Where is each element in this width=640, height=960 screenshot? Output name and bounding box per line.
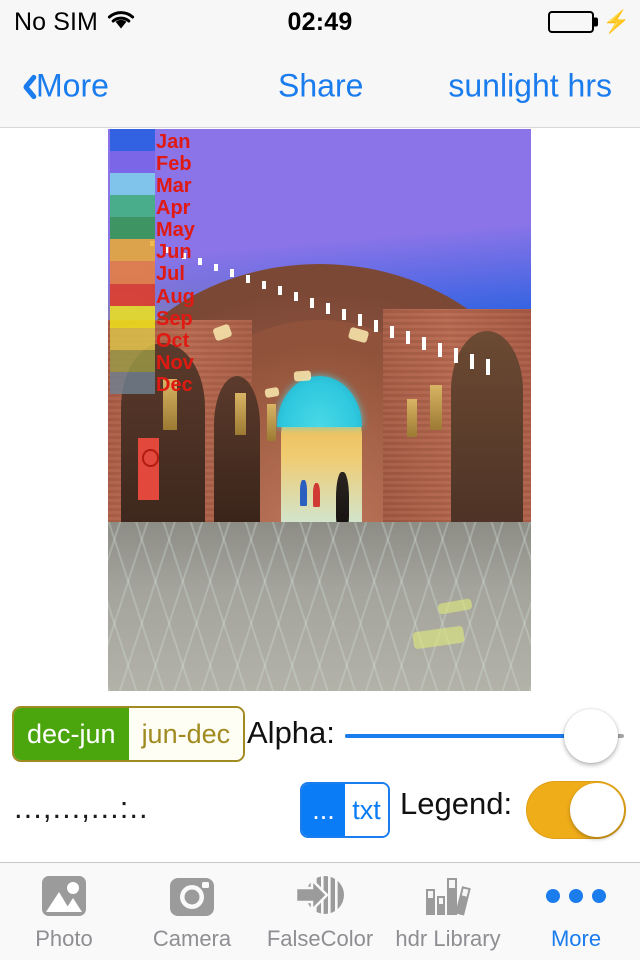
month-label: May [156, 219, 195, 242]
dark-vase [336, 471, 350, 528]
sunlight-hrs-button[interactable]: sunlight hrs [448, 67, 612, 104]
month-label: Nov [156, 351, 194, 374]
image-stage: Jan Feb Mar Apr May Jun Jul Aug Sep Oct Nov Dec [0, 129, 640, 694]
month-swatch [110, 129, 155, 152]
month-label: Apr [156, 197, 191, 220]
tab-camera[interactable]: Camera [128, 863, 256, 960]
output-format-segmented-control[interactable]: ... txt [300, 782, 390, 838]
month-label: Jun [156, 241, 192, 264]
wall-lamp [407, 398, 417, 437]
season-range-segmented-control[interactable]: dec-jun jun-dec [12, 706, 246, 762]
month-legend: Jan Feb Mar Apr May Jun Jul Aug Sep Oct Nov Dec [110, 129, 198, 396]
alpha-label: Alpha: [247, 715, 335, 750]
month-swatch [110, 283, 155, 306]
month-label: Jul [156, 263, 185, 286]
month-swatch [110, 195, 155, 218]
battery-full-icon [547, 11, 598, 33]
share-button[interactable]: Share [278, 67, 363, 104]
controls-panel: dec-jun jun-dec Alpha: ...,...,...:.. ..… [0, 694, 640, 862]
falsecolor-icon [294, 872, 346, 920]
wall-lamp [266, 404, 276, 441]
tab-hdr-library[interactable]: hdr Library [384, 863, 512, 960]
status-bar-right: ⚡ [547, 9, 630, 34]
tab-hdr-library-label: hdr Library [395, 925, 501, 951]
month-swatch [110, 217, 155, 240]
month-color-swatches [110, 129, 155, 394]
clock-label: 02:49 [287, 7, 353, 36]
red-wall-sign [137, 438, 159, 500]
pedestrian-red [313, 483, 321, 508]
tab-falsecolor-label: FalseColor [266, 925, 374, 951]
pedestrian-blue [300, 480, 308, 506]
month-swatch [110, 173, 155, 196]
legend-toggle-switch[interactable] [526, 781, 626, 839]
month-swatch [110, 327, 155, 350]
ellipsis-icon [546, 872, 606, 920]
back-button[interactable]: More [16, 67, 109, 104]
tab-bar: Photo Camera FalseColor hdr Library More [0, 862, 640, 960]
segment-dots[interactable]: ... [302, 784, 345, 836]
status-bar: No SIM 02:49 ⚡ [0, 0, 640, 44]
month-label: Jan [156, 131, 191, 153]
wall-lamp [430, 384, 443, 430]
app-root: No SIM 02:49 ⚡ More Share sunlight hrs J… [0, 0, 640, 960]
coordinates-readout: ...,...,...:.. [14, 790, 149, 825]
month-swatch [110, 261, 155, 284]
toggle-knob [570, 783, 624, 837]
camera-icon [168, 872, 216, 920]
month-swatch [110, 349, 155, 372]
back-button-label: More [36, 67, 109, 103]
tab-more-label: More [550, 925, 602, 951]
books-icon [422, 872, 474, 920]
alpha-slider[interactable] [345, 709, 624, 763]
month-labels: Jan Feb Mar Apr May Jun Jul Aug Sep Oct Nov Dec [152, 131, 210, 396]
navigation-bar: More Share sunlight hrs [0, 44, 640, 128]
month-swatch [110, 151, 155, 174]
month-label: Oct [156, 329, 190, 352]
lightning-bolt-icon: ⚡ [602, 9, 630, 34]
month-label: Feb [156, 153, 192, 176]
tab-photo-label: Photo [35, 925, 93, 951]
tab-photo[interactable]: Photo [0, 863, 128, 960]
legend-toggle-label: Legend: [400, 786, 513, 821]
month-swatch [110, 305, 155, 328]
chevron-left-icon [16, 72, 32, 100]
tab-falsecolor[interactable]: FalseColor [256, 863, 384, 960]
segment-txt[interactable]: txt [345, 784, 388, 836]
segment-dec-jun[interactable]: dec-jun [14, 708, 129, 760]
slider-filled-track [345, 734, 591, 738]
month-swatch [110, 371, 155, 394]
month-label: Sep [156, 307, 193, 330]
segment-jun-dec[interactable]: jun-dec [128, 708, 244, 760]
ceiling-skylight [263, 386, 279, 398]
month-label: Dec [156, 373, 193, 396]
tab-more[interactable]: More [512, 863, 640, 960]
month-label: Mar [156, 175, 192, 198]
wall-lamp [234, 393, 246, 436]
month-swatch [110, 239, 155, 262]
tab-camera-label: Camera [152, 925, 232, 951]
photo-icon [40, 872, 88, 920]
month-label: Aug [156, 285, 195, 308]
slider-thumb[interactable] [563, 709, 618, 763]
